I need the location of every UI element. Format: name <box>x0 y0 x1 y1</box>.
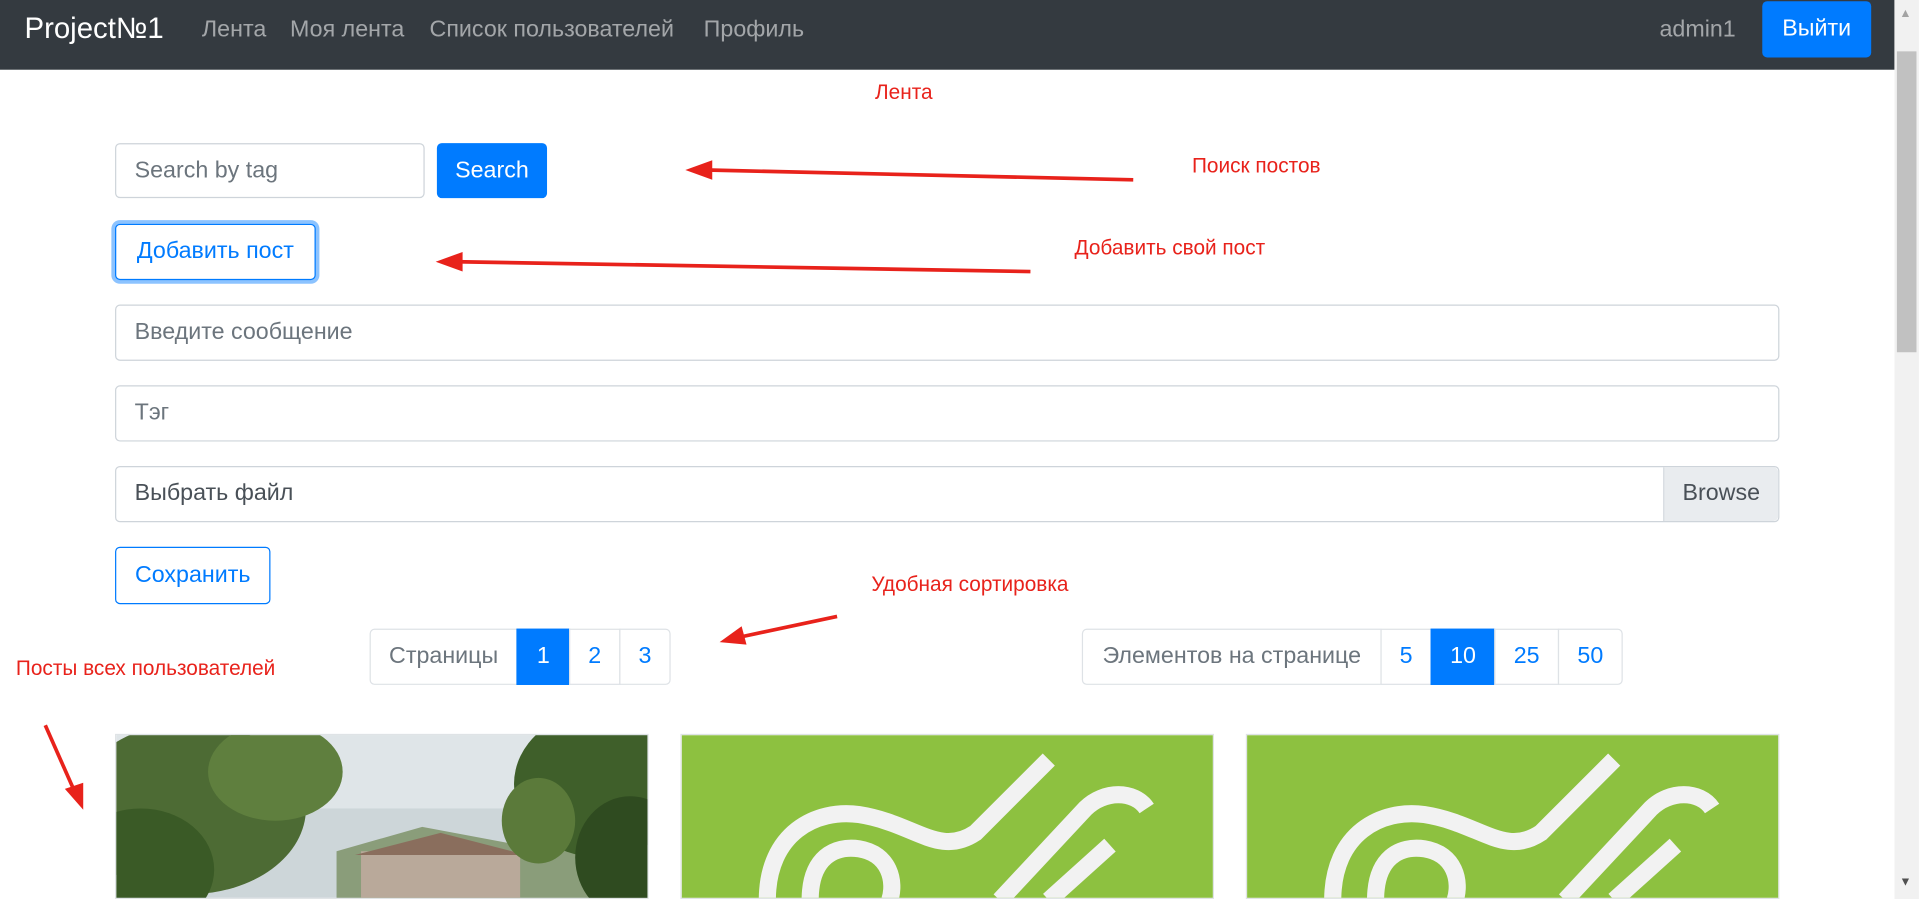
post-card[interactable] <box>680 733 1215 899</box>
post-image-garden <box>116 735 648 898</box>
arrow-add-post <box>457 259 1031 274</box>
post-image-logo <box>681 735 1213 898</box>
arrow-search <box>707 168 1134 182</box>
arrow-search-head <box>685 160 713 180</box>
scroll-down-icon[interactable]: ▼ <box>1899 876 1911 889</box>
post-card[interactable] <box>115 733 649 899</box>
arrow-posts-head <box>64 782 84 810</box>
scroll-up-icon[interactable]: ▲ <box>1899 7 1911 20</box>
post-card[interactable] <box>1245 733 1780 899</box>
arrow-sorting <box>738 614 838 640</box>
arrow-posts <box>43 724 76 790</box>
arrow-add-post-head <box>435 251 463 272</box>
arrow-sorting-head <box>719 626 747 645</box>
scroll-thumb[interactable] <box>1896 51 1917 353</box>
post-image-logo <box>1247 735 1779 898</box>
scrollbar[interactable]: ▲ ▼ <box>1894 0 1919 899</box>
